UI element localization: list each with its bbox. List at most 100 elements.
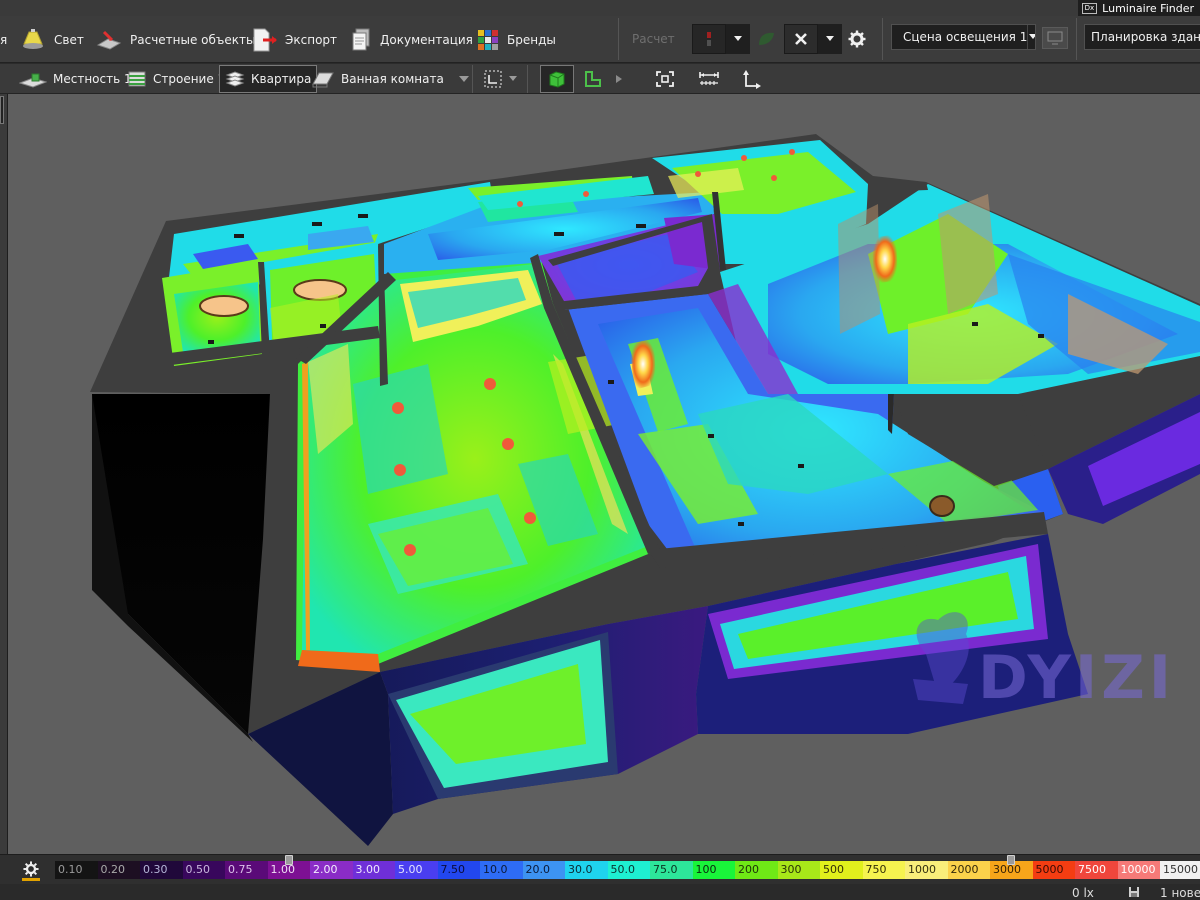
toolbar-separator: [882, 18, 883, 60]
lighting-scene-value: Сценa освещения 1: [903, 30, 1028, 44]
calc-objects-icon: [96, 30, 122, 50]
legend-cell: 7.50: [437, 861, 480, 879]
luminaire-finder-label: Luminaire Finder: [1102, 1, 1194, 15]
documentation-label: Документация: [380, 32, 473, 47]
apartment-label: Квартира: [251, 72, 312, 86]
zoom-fit-button[interactable]: [650, 65, 680, 93]
main-toolbar: я Свет Расчетные объекты Экспорт Докумен…: [0, 16, 1200, 63]
apartment-stack-icon: [225, 71, 245, 87]
legend-cell: 30.0: [565, 861, 608, 879]
legend-cell: 3.00: [352, 861, 395, 879]
legend-cell: 15000: [1160, 861, 1200, 879]
building-label: Строение 1: [153, 72, 226, 86]
panel-handle[interactable]: [0, 96, 4, 124]
save-icon[interactable]: [1128, 886, 1140, 898]
calc-objects-label: Расчетные объекты: [130, 32, 256, 47]
low-range-slider-handle[interactable]: [284, 855, 293, 865]
dx-logo-icon: Dx: [1081, 2, 1098, 14]
selection-tool-button[interactable]: [472, 65, 528, 93]
expand-view-options[interactable]: [610, 65, 628, 93]
l-shape-floor-icon: [585, 71, 601, 87]
legend-cell: 0.20: [97, 861, 140, 879]
building-layout-value: Планировка здания г: [1091, 30, 1200, 44]
left-panel-collapsed[interactable]: [0, 94, 8, 854]
bathroom-label: Ванная комната: [341, 72, 444, 86]
tab-building[interactable]: Строение 1: [122, 65, 230, 93]
eco-leaf-button[interactable]: [756, 30, 778, 50]
lighting-scene-select[interactable]: Сценa освещения 1: [891, 24, 1036, 50]
illuminance-color-scale[interactable]: 0.10 0.20 0.30 0.50 0.75 1.00 2.00 3.00 5.00 7.50…: [55, 861, 1200, 879]
legend-cell: 2000: [947, 861, 990, 879]
tab-site[interactable]: Местность 1: [14, 65, 137, 93]
legend-cell: 5.00: [395, 861, 438, 879]
floor-view-button[interactable]: [578, 65, 608, 93]
room-icon: [312, 72, 334, 88]
gear-icon: [848, 30, 866, 48]
brands-grid-icon: [478, 29, 498, 50]
site-label: Местность 1: [53, 72, 132, 86]
tab-apartment[interactable]: Квартира: [219, 65, 318, 93]
title-strip: Dx Luminaire Finder: [0, 0, 1200, 16]
green-cube-icon: [549, 71, 565, 88]
cancel-options-dropdown[interactable]: [818, 24, 842, 54]
status-bar: 0 lx 1 нове: [0, 884, 1200, 900]
legend-cell: 0.30: [140, 861, 183, 879]
calculation-options-dropdown[interactable]: [726, 24, 750, 54]
calculation-status-icon: [707, 32, 711, 46]
cancel-calculation-button[interactable]: [784, 24, 818, 54]
watermark-text: DYIZI: [978, 643, 1175, 713]
brands-label: Бренды: [507, 32, 556, 47]
building-floors-icon: [128, 71, 146, 87]
ruler-horizontal-icon: [699, 72, 719, 85]
calculation-label[interactable]: Расчет: [632, 32, 675, 46]
chevron-down-icon: [826, 36, 834, 41]
illuminance-legend-bar: 0.10 0.20 0.30 0.50 0.75 1.00 2.00 3.00 5.00 7.50…: [0, 854, 1200, 884]
export-icon: [253, 28, 277, 51]
legend-settings-button[interactable]: [20, 858, 42, 881]
legend-cell: 20.0: [522, 861, 565, 879]
notifications-count[interactable]: 1 нове: [1160, 886, 1200, 900]
legend-cell: 7500: [1075, 861, 1118, 879]
legend-cell: 750: [862, 861, 905, 879]
3d-viewport[interactable]: DYIZI: [8, 94, 1200, 854]
fit-to-view-icon: [656, 71, 674, 87]
building-layout-select[interactable]: Планировка здания г: [1084, 24, 1200, 50]
start-calculation-button[interactable]: [692, 24, 726, 54]
export-label: Экспорт: [285, 32, 338, 47]
measure-height-button[interactable]: [736, 65, 766, 93]
project-tree-toolbar: Местность 1 Строение 1 Квартира Ванная к…: [0, 64, 1200, 94]
legend-cell: 75.0: [650, 861, 693, 879]
brands-button[interactable]: Бренды: [477, 16, 556, 63]
legend-cell: 300: [777, 861, 820, 879]
calc-objects-button[interactable]: Расчетные объекты: [96, 16, 255, 63]
legend-cell: 0.50: [182, 861, 225, 879]
scene-preview-button[interactable]: [1042, 27, 1068, 49]
luminaire-finder-button[interactable]: Dx Luminaire Finder: [1077, 0, 1200, 16]
calculation-settings-button[interactable]: [848, 30, 868, 50]
export-button[interactable]: Экспорт: [251, 16, 337, 63]
legend-cell: 100: [692, 861, 735, 879]
chevron-down-icon[interactable]: [456, 74, 472, 84]
documentation-button[interactable]: Документация: [350, 16, 473, 63]
high-range-slider-handle[interactable]: [1007, 855, 1015, 865]
chevron-down-icon: [1027, 25, 1035, 49]
toolbar-separator: [618, 18, 619, 60]
tab-bathroom[interactable]: Ванная комната: [306, 65, 477, 93]
legend-cell: 10.0: [480, 861, 523, 879]
accent-underline: [22, 878, 40, 881]
chevron-right-icon: [616, 75, 622, 83]
documents-icon: [352, 28, 370, 50]
legend-cell: 0.75: [225, 861, 268, 879]
selection-frame-icon: [484, 70, 502, 88]
toolbar-separator: [1076, 18, 1077, 60]
truncated-label: я: [0, 32, 8, 47]
gear-icon: [23, 861, 39, 877]
legend-cell: 2.00: [310, 861, 353, 879]
measure-distance-button[interactable]: [694, 65, 724, 93]
chevron-down-icon: [734, 36, 742, 41]
light-button[interactable]: Свет: [20, 16, 84, 63]
solid-view-button[interactable]: [540, 65, 574, 93]
lamp-icon: [23, 28, 43, 49]
toolbar-truncated-item[interactable]: я: [0, 16, 7, 63]
legend-cell: 200: [735, 861, 778, 879]
